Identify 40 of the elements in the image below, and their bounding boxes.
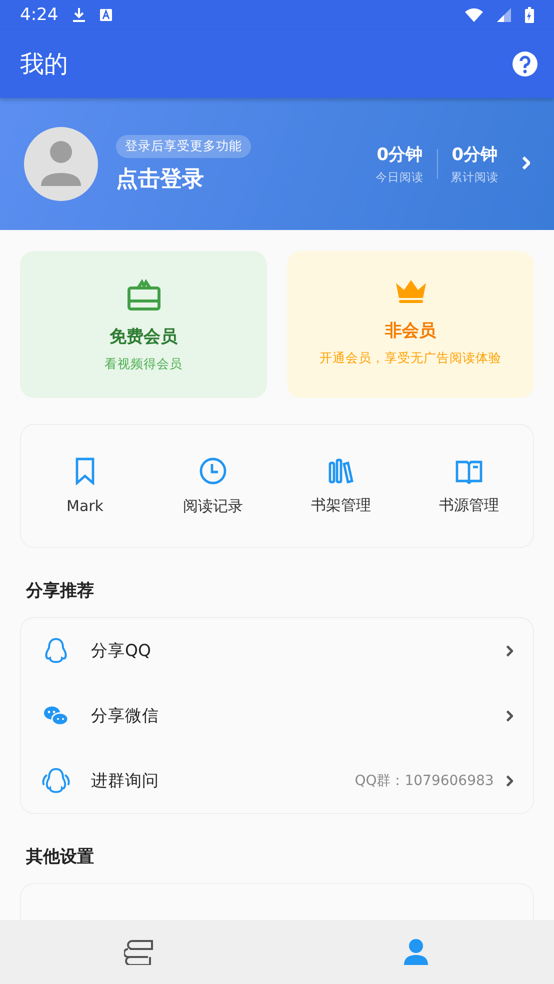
chevron-right-icon — [522, 156, 530, 170]
shortcut-label[interactable]: 阅读记录 — [183, 496, 243, 516]
chat-bubbles-icon — [43, 704, 69, 726]
chevron-right-icon — [506, 774, 513, 786]
section-title: 其他设置 — [26, 846, 94, 868]
membership-title: 免费会员 — [110, 326, 178, 348]
status-time: 4:24 — [20, 5, 58, 25]
membership-subtitle: 开通会员，享受无广告阅读体验 — [320, 350, 502, 367]
help-icon[interactable] — [512, 51, 538, 77]
list-item-label[interactable]: 进群询问 — [91, 770, 355, 792]
stat-value: 0分钟 — [376, 144, 423, 166]
section-title: 分享推荐 — [26, 580, 94, 602]
penguin-icon — [43, 636, 69, 664]
bookmark-icon — [73, 457, 97, 485]
shortcut-label[interactable]: 书源管理 — [439, 496, 499, 514]
membership-title: 非会员 — [385, 320, 436, 342]
download-icon — [72, 7, 86, 23]
chevron-right-icon — [506, 710, 513, 722]
crown-icon — [394, 279, 426, 305]
membership-subtitle: 看视频得会员 — [104, 356, 182, 373]
login-hint-badge: 登录后享受更多功能 — [116, 134, 251, 158]
wifi-icon — [465, 8, 483, 22]
membership-card[interactable]: 免费会员 看视频得会员 — [20, 251, 267, 398]
shortcut-label[interactable]: Mark — [66, 497, 104, 515]
notification-icon — [100, 9, 112, 21]
stat-value: 0分钟 — [452, 144, 498, 166]
clock-icon — [199, 456, 227, 484]
group-penguin-icon — [41, 766, 71, 794]
chevron-right-icon — [506, 644, 513, 656]
page-title: 我的 — [20, 49, 68, 80]
shortcut-label[interactable]: 书架管理 — [311, 496, 371, 514]
stat-label: 今日阅读 — [376, 170, 424, 185]
gift-icon — [126, 279, 160, 311]
stat-label: 累计阅读 — [450, 170, 499, 185]
list-item-value: QQ群：1079606983 — [354, 772, 494, 790]
signal-icon — [497, 8, 511, 22]
battery-icon — [525, 7, 534, 23]
books-icon — [328, 458, 354, 484]
list-item-label[interactable]: 分享微信 — [91, 704, 506, 726]
list-item-label[interactable]: 分享QQ — [91, 640, 506, 662]
